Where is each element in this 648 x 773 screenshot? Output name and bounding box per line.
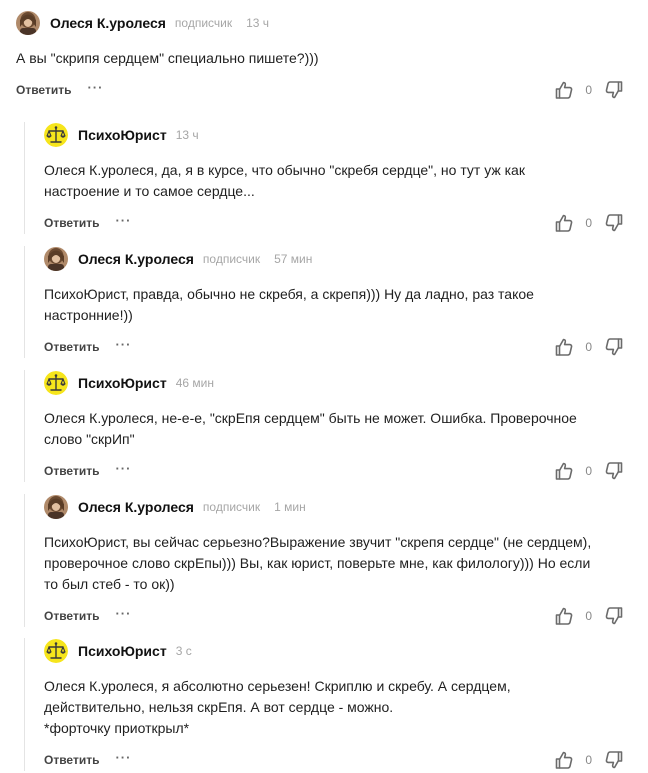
comment-time: 13 ч: [246, 16, 270, 30]
author-name[interactable]: ПсихоЮрист: [78, 375, 167, 391]
thumb-down-icon[interactable]: [604, 80, 624, 100]
woman-photo-avatar-icon: [16, 11, 40, 35]
reply-button[interactable]: Ответить: [44, 753, 99, 767]
comment-time: 13 ч: [175, 128, 199, 142]
comment-time: 46 мин: [175, 376, 214, 390]
vote-score: 0: [585, 83, 592, 97]
more-options-button[interactable]: ···: [115, 606, 131, 621]
comment-actions: Ответить ··· 0: [44, 460, 624, 482]
vote-controls: 0: [554, 79, 624, 101]
avatar[interactable]: [44, 495, 68, 519]
vote-controls: 0: [554, 749, 624, 771]
comment-header: ПсихоЮрист 3 с: [44, 638, 624, 664]
thumb-down-icon[interactable]: [604, 213, 624, 233]
comment-reply: ПсихоЮрист 3 с Олеся К.уролеся, я абсолю…: [24, 638, 624, 771]
comment: Олеся К.уролеся подписчик 13 ч А вы "скр…: [16, 10, 624, 101]
comment-actions: Ответить ··· 0: [44, 212, 624, 234]
thumb-down-icon[interactable]: [604, 337, 624, 357]
vote-score: 0: [585, 464, 592, 478]
comment-reply: Олеся К.уролеся подписчик 57 мин ПсихоЮр…: [24, 246, 624, 358]
scales-of-justice-avatar-icon: [44, 639, 68, 663]
thumb-up-icon[interactable]: [554, 213, 574, 233]
more-options-button[interactable]: ···: [115, 337, 131, 352]
vote-controls: 0: [554, 605, 624, 627]
thumb-down-icon[interactable]: [604, 461, 624, 481]
comment-header: ПсихоЮрист 13 ч: [44, 122, 624, 148]
comment-reply: Олеся К.уролеся подписчик 1 мин ПсихоЮри…: [24, 494, 624, 627]
scales-of-justice-avatar-icon: [44, 371, 68, 395]
avatar[interactable]: [44, 371, 68, 395]
avatar[interactable]: [16, 11, 40, 35]
scales-of-justice-avatar-icon: [44, 123, 68, 147]
subscriber-badge: подписчик: [174, 16, 233, 30]
comment-time: 3 с: [175, 644, 192, 658]
comment-actions: Ответить ··· 0: [44, 336, 624, 358]
comment-reply: ПсихоЮрист 13 ч Олеся К.уролеся, да, я в…: [24, 122, 624, 234]
comment-text: ПсихоЮрист, вы сейчас серьезно?Выражение…: [44, 534, 592, 592]
author-name[interactable]: ПсихоЮрист: [78, 127, 167, 143]
subscriber-badge: подписчик: [202, 500, 261, 514]
vote-score: 0: [585, 609, 592, 623]
more-options-button[interactable]: ···: [87, 80, 103, 95]
thumb-up-icon[interactable]: [554, 606, 574, 626]
comment-header: Олеся К.уролеся подписчик 57 мин: [44, 246, 624, 272]
author-name[interactable]: ПсихоЮрист: [78, 643, 167, 659]
vote-score: 0: [585, 340, 592, 354]
author-name[interactable]: Олеся К.уролеся: [78, 499, 194, 515]
reply-button[interactable]: Ответить: [16, 83, 71, 97]
thumb-down-icon[interactable]: [604, 606, 624, 626]
avatar[interactable]: [44, 247, 68, 271]
comment-text: ПсихоЮрист, правда, обычно не скребя, а …: [44, 286, 534, 323]
vote-score: 0: [585, 216, 592, 230]
reply-button[interactable]: Ответить: [44, 464, 99, 478]
comment-time: 1 мин: [274, 500, 306, 514]
comment-actions: Ответить ··· 0: [44, 749, 624, 771]
comment-text: Олеся К.уролеся, не-е-е, "скрЕпя сердцем…: [44, 410, 577, 447]
woman-photo-avatar-icon: [44, 495, 68, 519]
comment-text: Олеся К.уролеся, я абсолютно серьезен! С…: [44, 678, 511, 736]
vote-controls: 0: [554, 460, 624, 482]
comment-header: ПсихоЮрист 46 мин: [44, 370, 624, 396]
author-name[interactable]: Олеся К.уролеся: [50, 15, 166, 31]
comment-time: 57 мин: [274, 252, 313, 266]
comment-reply: ПсихоЮрист 46 мин Олеся К.уролеся, не-е-…: [24, 370, 624, 482]
comment-header: Олеся К.уролеся подписчик 1 мин: [44, 494, 624, 520]
vote-controls: 0: [554, 336, 624, 358]
thumb-up-icon[interactable]: [554, 337, 574, 357]
reply-button[interactable]: Ответить: [44, 216, 99, 230]
comment-header: Олеся К.уролеся подписчик 13 ч: [16, 10, 624, 36]
comment-actions: Ответить ··· 0: [44, 605, 624, 627]
comment-actions: Ответить ··· 0: [16, 79, 624, 101]
reply-button[interactable]: Ответить: [44, 340, 99, 354]
reply-button[interactable]: Ответить: [44, 609, 99, 623]
avatar[interactable]: [44, 123, 68, 147]
comment-text: А вы "скрипя сердцем" специально пишете?…: [16, 50, 319, 66]
more-options-button[interactable]: ···: [115, 461, 131, 476]
comment-text: Олеся К.уролеся, да, я в курсе, что обыч…: [44, 162, 525, 199]
vote-controls: 0: [554, 212, 624, 234]
thumb-up-icon[interactable]: [554, 461, 574, 481]
subscriber-badge: подписчик: [202, 252, 261, 266]
vote-score: 0: [585, 753, 592, 767]
woman-photo-avatar-icon: [44, 247, 68, 271]
thumb-up-icon[interactable]: [554, 750, 574, 770]
more-options-button[interactable]: ···: [115, 750, 131, 765]
thumb-down-icon[interactable]: [604, 750, 624, 770]
thumb-up-icon[interactable]: [554, 80, 574, 100]
author-name[interactable]: Олеся К.уролеся: [78, 251, 194, 267]
avatar[interactable]: [44, 639, 68, 663]
more-options-button[interactable]: ···: [115, 213, 131, 228]
